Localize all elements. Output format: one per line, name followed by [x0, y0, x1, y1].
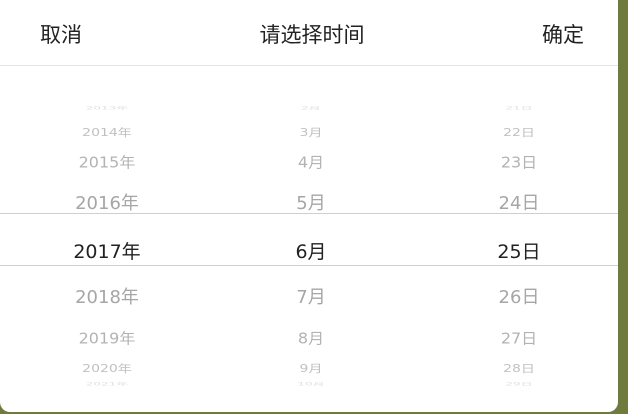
- picker-title: 请选择时间: [259, 23, 365, 47]
- month-option[interactable]: 10月: [226, 380, 396, 388]
- month-option[interactable]: 7月: [226, 286, 396, 310]
- year-column[interactable]: 2013年 2014年 2015年 2016年 2017年 2018年 2019…: [22, 66, 192, 412]
- day-option[interactable]: 27日: [434, 328, 604, 350]
- year-option[interactable]: 2018年: [22, 286, 192, 310]
- month-option[interactable]: 5月: [226, 192, 396, 216]
- year-option[interactable]: 2013年: [22, 104, 192, 112]
- day-option[interactable]: 29日: [434, 380, 604, 388]
- month-option[interactable]: 4月: [226, 152, 396, 174]
- year-option[interactable]: 2021年: [22, 380, 192, 388]
- month-option[interactable]: 3月: [226, 124, 396, 142]
- day-option[interactable]: 21日: [434, 104, 604, 112]
- day-option-selected[interactable]: 25日: [434, 240, 604, 264]
- year-option[interactable]: 2015年: [22, 152, 192, 174]
- day-option[interactable]: 24日: [434, 192, 604, 216]
- year-option-selected[interactable]: 2017年: [22, 240, 192, 264]
- day-option[interactable]: 26日: [434, 286, 604, 310]
- month-column[interactable]: 2月 3月 4月 5月 6月 7月 8月 9月 10月: [226, 66, 396, 412]
- year-option[interactable]: 2016年: [22, 192, 192, 216]
- year-option[interactable]: 2014年: [22, 124, 192, 142]
- date-picker-sheet: 取消 请选择时间 确定 2013年 2014年 2015年 2016年 2017…: [0, 0, 618, 412]
- month-option[interactable]: 9月: [226, 360, 396, 378]
- month-option[interactable]: 2月: [226, 104, 396, 112]
- day-option[interactable]: 28日: [434, 360, 604, 378]
- month-option[interactable]: 8月: [226, 328, 396, 350]
- year-option[interactable]: 2020年: [22, 360, 192, 378]
- month-option-selected[interactable]: 6月: [226, 240, 396, 264]
- year-option[interactable]: 2019年: [22, 328, 192, 350]
- confirm-button[interactable]: 确定: [542, 20, 584, 50]
- picker-header: 取消 请选择时间 确定: [0, 0, 618, 66]
- day-column[interactable]: 21日 22日 23日 24日 25日 26日 27日 28日 29日: [434, 66, 604, 412]
- day-option[interactable]: 22日: [434, 124, 604, 142]
- day-option[interactable]: 23日: [434, 152, 604, 174]
